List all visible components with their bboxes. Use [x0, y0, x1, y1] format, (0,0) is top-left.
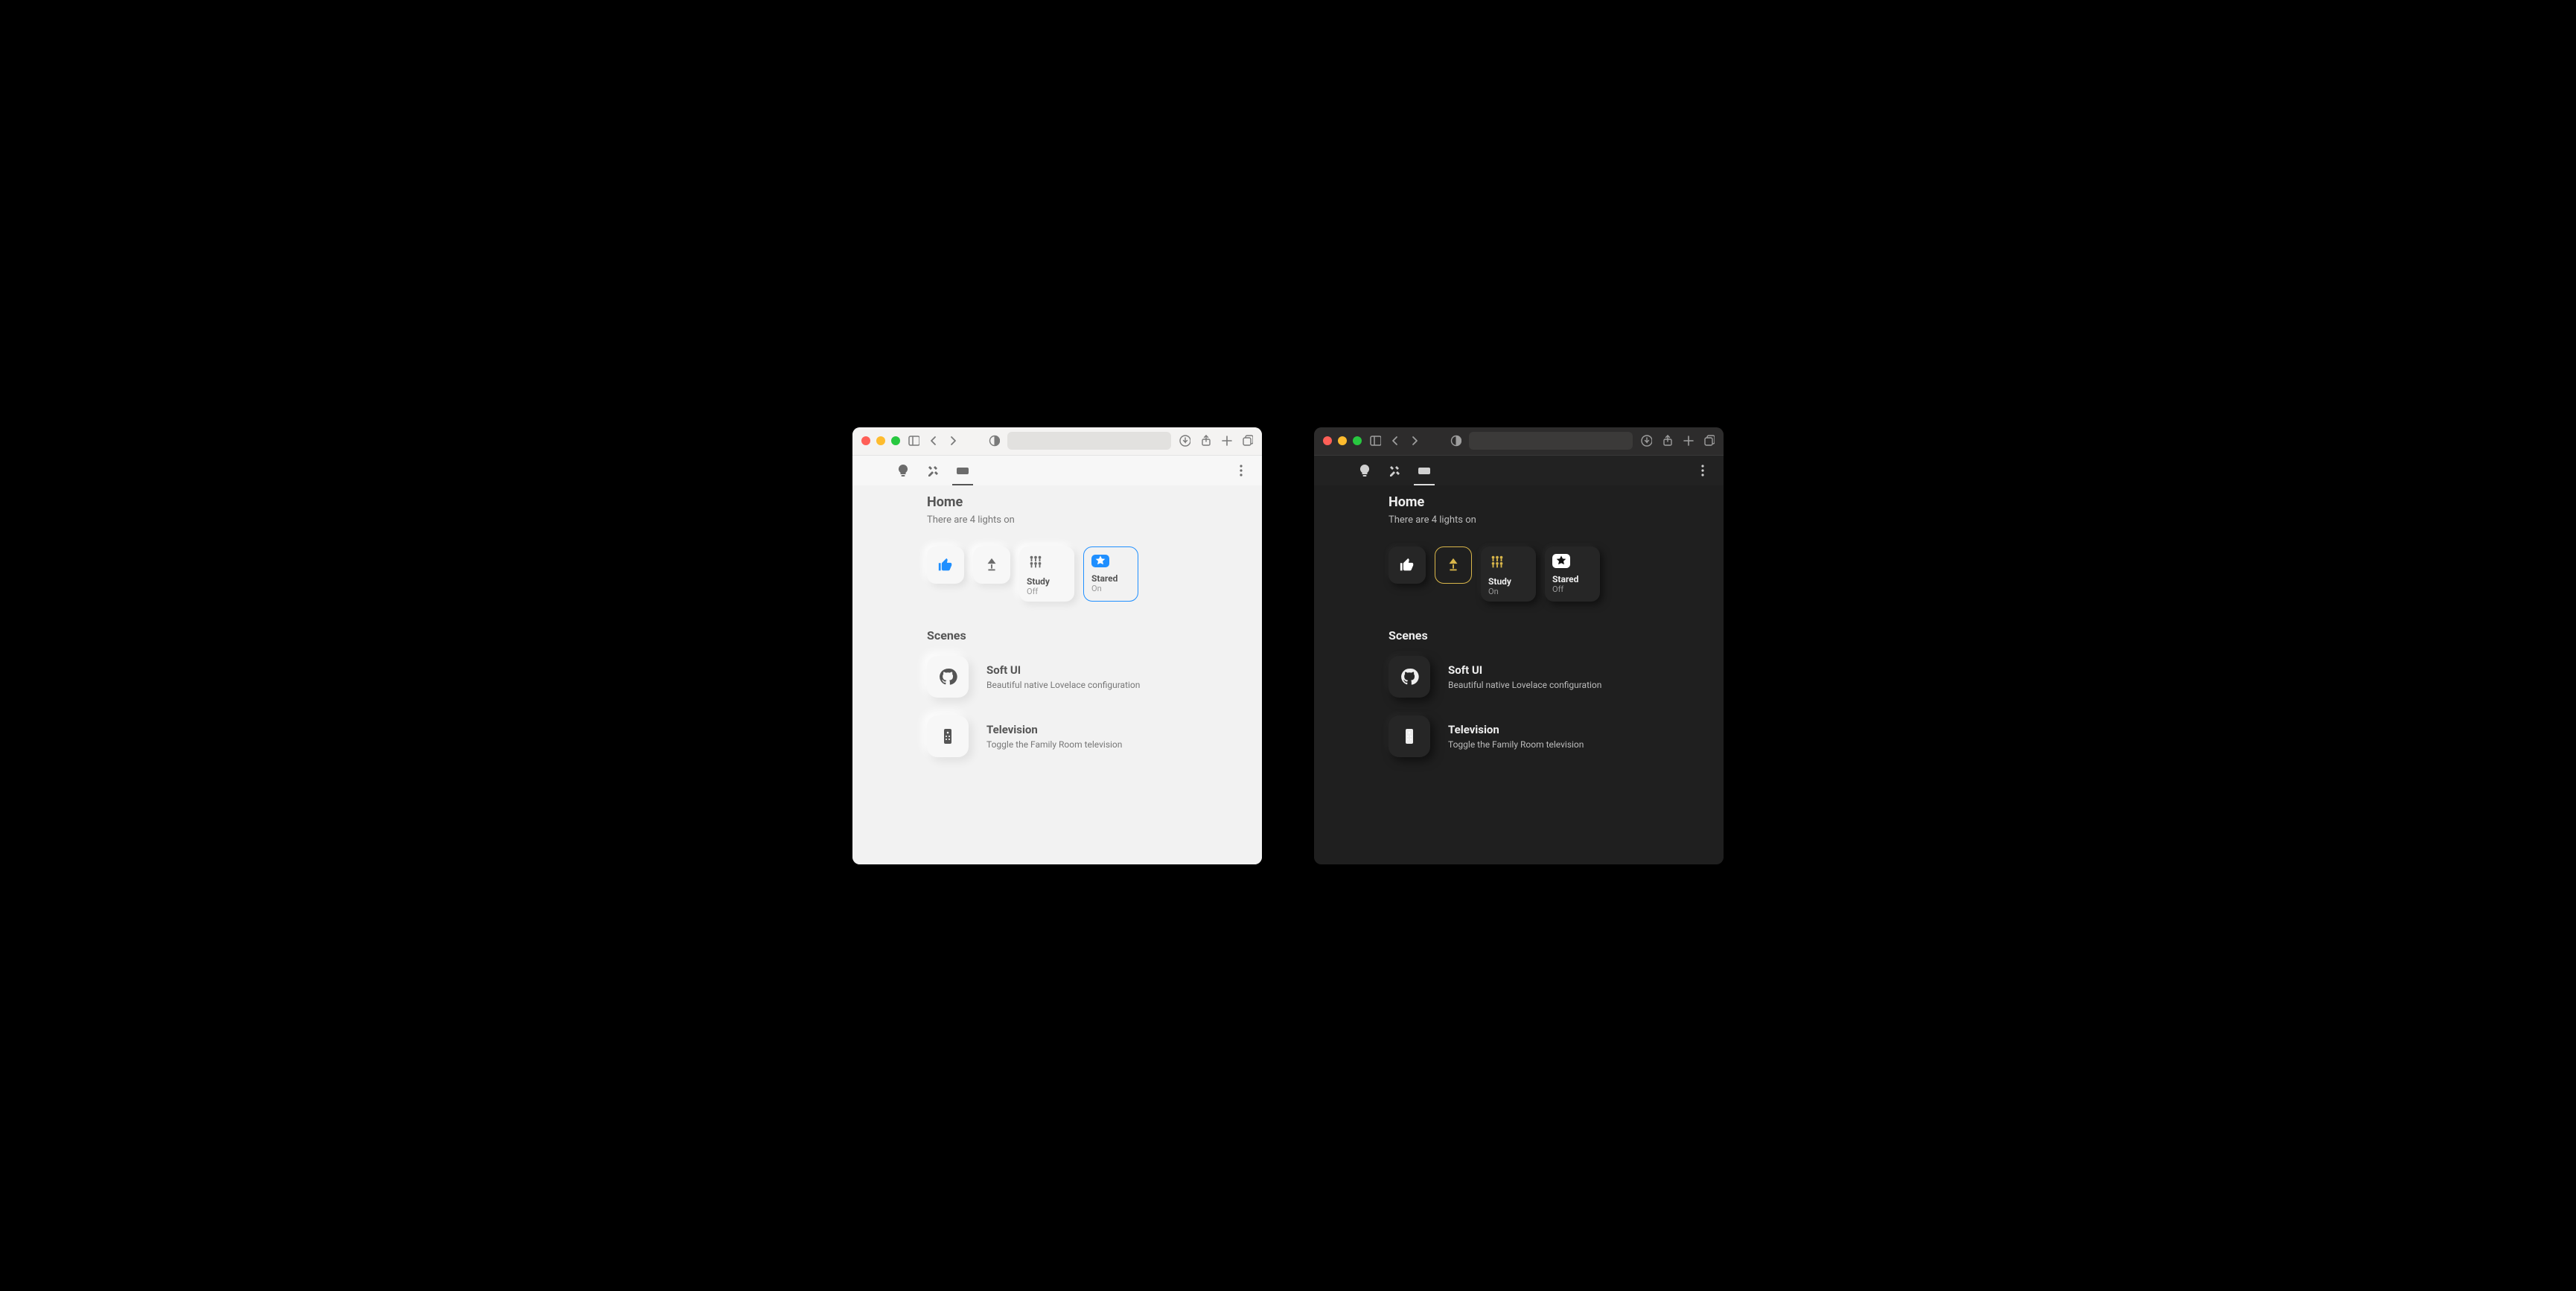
minimize-window-button[interactable] [1338, 436, 1347, 445]
tile-stared-label: Stared [1091, 573, 1130, 584]
tools-tab-icon[interactable] [1387, 463, 1402, 478]
back-icon[interactable] [1389, 434, 1400, 447]
tile-study-state: Off [1027, 587, 1067, 596]
tile-row: Study Off Stared On [927, 546, 1187, 602]
privacy-contrast-icon[interactable] [1450, 434, 1461, 447]
github-icon [1389, 656, 1430, 698]
lamp-icon [1444, 556, 1462, 574]
sidebar-toggle-icon[interactable] [908, 434, 919, 447]
close-window-button[interactable] [861, 436, 870, 445]
lamp-icon [983, 556, 1001, 574]
traffic-lights [861, 436, 900, 445]
scenes-heading: Scenes [1389, 628, 1649, 643]
bulb-tab-icon[interactable] [896, 463, 911, 478]
tile-stared[interactable]: Stared Off [1545, 546, 1600, 602]
forward-icon[interactable] [946, 434, 958, 447]
new-tab-icon[interactable] [1682, 434, 1694, 447]
url-bar[interactable] [1469, 432, 1633, 450]
dev-tab-icon[interactable] [1417, 463, 1432, 478]
row-soft-ui-desc: Beautiful native Lovelace configuration [986, 680, 1140, 690]
browser-chrome [1314, 427, 1724, 456]
tabs-icon[interactable] [1241, 434, 1253, 447]
overflow-icon[interactable] [1234, 463, 1249, 478]
row-soft-ui-title: Soft UI [986, 663, 1140, 677]
content-area: Home There are 4 lights on Study On Star… [1314, 485, 1724, 864]
tile-row: Study On Stared Off [1389, 546, 1649, 602]
tile-study-label: Study [1488, 576, 1528, 587]
share-icon[interactable] [1199, 434, 1211, 447]
row-tv-desc: Toggle the Family Room television [986, 739, 1122, 750]
row-tv-title: Television [986, 723, 1122, 736]
row-television[interactable]: Television Toggle the Family Room televi… [1389, 715, 1649, 757]
tile-study[interactable]: Study On [1481, 546, 1536, 602]
sidebar-toggle-icon[interactable] [1369, 434, 1381, 447]
tools-tab-icon[interactable] [925, 463, 940, 478]
tile-thumb-up[interactable] [927, 546, 964, 584]
app-toolbar [1314, 456, 1724, 485]
tile-study-label: Study [1027, 576, 1067, 587]
star-icon [1552, 554, 1570, 568]
thumb-up-icon [1398, 556, 1416, 574]
privacy-contrast-icon[interactable] [988, 434, 1000, 447]
dev-tab-icon[interactable] [955, 463, 970, 478]
row-soft-ui-desc: Beautiful native Lovelace configuration [1448, 680, 1601, 690]
new-tab-icon[interactable] [1220, 434, 1232, 447]
page-subtitle: There are 4 lights on [1389, 514, 1649, 526]
traffic-lights [1323, 436, 1362, 445]
back-icon[interactable] [927, 434, 939, 447]
downloads-icon[interactable] [1179, 434, 1190, 447]
thumb-up-icon [937, 556, 954, 574]
bulb-tab-icon[interactable] [1357, 463, 1372, 478]
tile-thumb-up[interactable] [1389, 546, 1426, 584]
content-area: Home There are 4 lights on Study Off Sta… [852, 485, 1262, 864]
tile-study[interactable]: Study Off [1019, 546, 1074, 602]
app-toolbar [852, 456, 1262, 485]
menu-icon[interactable] [866, 463, 881, 478]
share-icon[interactable] [1661, 434, 1673, 447]
browser-chrome [852, 427, 1262, 456]
minimize-window-button[interactable] [876, 436, 885, 445]
tile-lamp[interactable] [1435, 546, 1472, 584]
tile-lamp[interactable] [973, 546, 1010, 584]
github-icon [927, 656, 969, 698]
menu-icon[interactable] [1327, 463, 1342, 478]
tile-stared-state: On [1091, 584, 1130, 593]
group-lights-icon [1027, 554, 1045, 570]
page-title: Home [927, 494, 1187, 510]
overflow-icon[interactable] [1695, 463, 1710, 478]
maximize-window-button[interactable] [891, 436, 900, 445]
downloads-icon[interactable] [1640, 434, 1652, 447]
row-tv-desc: Toggle the Family Room television [1448, 739, 1584, 750]
row-tv-title: Television [1448, 723, 1584, 736]
forward-icon[interactable] [1408, 434, 1420, 447]
tile-stared-label: Stared [1552, 574, 1593, 584]
page-title: Home [1389, 494, 1649, 510]
tile-stared[interactable]: Stared On [1083, 546, 1138, 602]
tile-stared-state: Off [1552, 584, 1593, 594]
row-television[interactable]: Television Toggle the Family Room televi… [927, 715, 1187, 757]
scenes-heading: Scenes [927, 628, 1187, 643]
window-light: Home There are 4 lights on Study Off Sta… [852, 427, 1262, 864]
page-subtitle: There are 4 lights on [927, 514, 1187, 526]
tile-study-state: On [1488, 587, 1528, 596]
row-soft-ui-title: Soft UI [1448, 663, 1601, 677]
window-dark: Home There are 4 lights on Study On Star… [1314, 427, 1724, 864]
row-soft-ui[interactable]: Soft UI Beautiful native Lovelace config… [1389, 656, 1649, 698]
remote-icon [927, 715, 969, 757]
group-lights-icon [1488, 554, 1506, 570]
star-icon [1091, 555, 1109, 567]
close-window-button[interactable] [1323, 436, 1332, 445]
row-soft-ui[interactable]: Soft UI Beautiful native Lovelace config… [927, 656, 1187, 698]
url-bar[interactable] [1007, 432, 1171, 450]
tabs-icon[interactable] [1703, 434, 1715, 447]
maximize-window-button[interactable] [1353, 436, 1362, 445]
remote-icon [1389, 715, 1430, 757]
